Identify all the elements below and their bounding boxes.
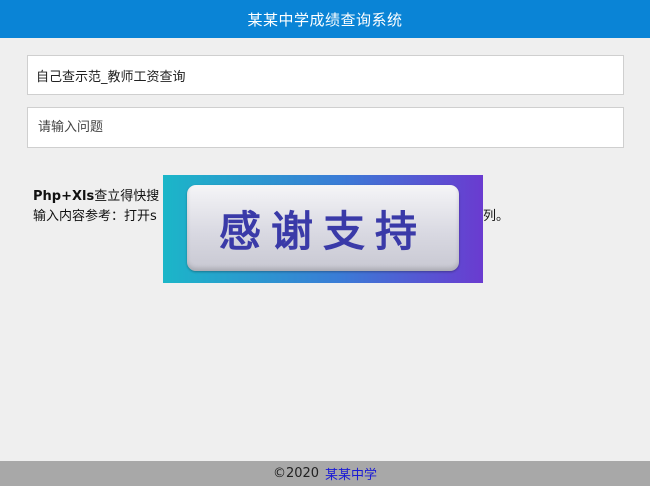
page-footer: ©2020 某某中学 — [0, 461, 650, 486]
page-title: 某某中学成绩查询系统 — [247, 10, 403, 29]
thanks-plate: 感谢支持 — [187, 185, 459, 271]
info-title: Php+Xls查立得快搜 — [33, 187, 159, 207]
info-title-rest: 查立得快搜 — [94, 189, 160, 204]
page-header: 某某中学成绩查询系统 — [0, 0, 650, 38]
info-title-bold: Php+Xls — [33, 189, 95, 204]
info-hint-tail: 列。 — [483, 209, 510, 224]
copyright-text: ©2020 — [272, 466, 320, 481]
info-block: Php+Xls查立得快搜 输入内容参考：打开s 列。 — [33, 187, 509, 227]
query-input-wrapper — [27, 107, 624, 148]
school-link[interactable]: 某某中学 — [325, 464, 377, 483]
table-select[interactable]: 自己查示范_教师工资查询 — [27, 55, 624, 95]
thanks-overlay-image: 感谢支持 — [163, 175, 483, 283]
query-input[interactable] — [28, 108, 623, 147]
thanks-text: 感谢支持 — [218, 206, 427, 256]
table-select-value: 自己查示范_教师工资查询 — [36, 69, 186, 85]
info-hint: 输入内容参考：打开s — [33, 209, 157, 224]
